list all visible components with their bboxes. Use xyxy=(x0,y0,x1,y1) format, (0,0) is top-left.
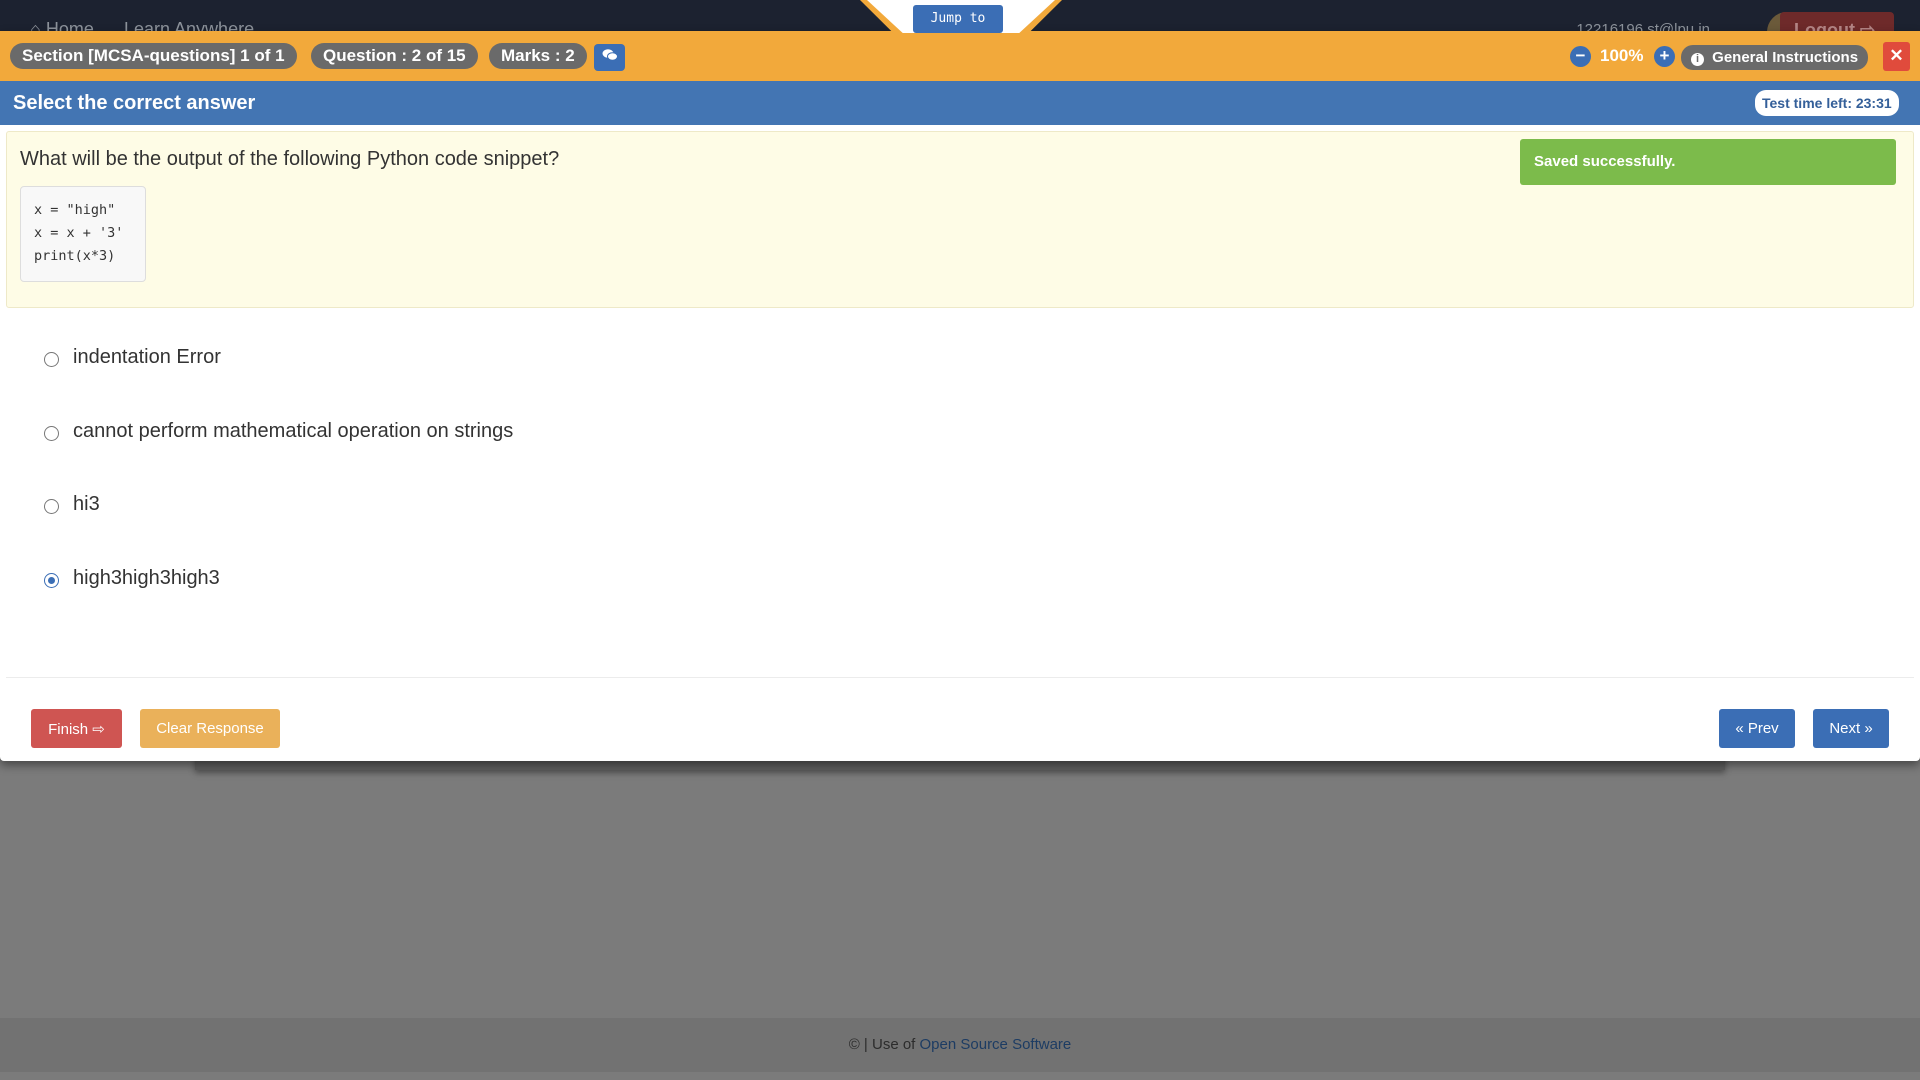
code-line: print(x*3) xyxy=(34,248,116,264)
option-radio[interactable] xyxy=(44,352,59,367)
question-badge: Question : 2 of 15 xyxy=(311,43,478,69)
question-modal: Section [MCSA-questions] 1 of 1 Question… xyxy=(0,31,1920,761)
close-button[interactable]: ✕ xyxy=(1883,42,1910,71)
option-radio-selected[interactable] xyxy=(44,573,59,588)
code-line: x = "high" xyxy=(34,202,116,218)
section-badge: Section [MCSA-questions] 1 of 1 xyxy=(10,43,297,69)
question-text: What will be the output of the following… xyxy=(20,148,560,170)
question-header-bar: Section [MCSA-questions] 1 of 1 Question… xyxy=(0,31,1920,81)
option-label[interactable]: indentation Error xyxy=(73,346,221,369)
option-label[interactable]: hi3 xyxy=(73,493,100,516)
info-circle-icon: i xyxy=(1691,53,1704,66)
saved-notification: Saved successfully. xyxy=(1520,139,1896,185)
option-radio[interactable] xyxy=(44,499,59,514)
logout-button[interactable]: Logout ⇨ xyxy=(1780,12,1894,31)
sign-out-icon: ⇨ xyxy=(92,721,105,738)
zoom-level: 100% xyxy=(1600,46,1644,65)
divider xyxy=(6,677,1914,678)
zoom-in-button[interactable]: + xyxy=(1654,46,1675,67)
zoom-out-button[interactable]: − xyxy=(1570,46,1591,67)
prev-button[interactable]: « Prev xyxy=(1719,709,1795,748)
nav-learn-anywhere-link[interactable]: Learn Anywhere xyxy=(124,19,254,31)
marks-badge: Marks : 2 xyxy=(489,43,587,69)
open-source-link[interactable]: Open Source Software xyxy=(920,1036,1072,1053)
finish-button[interactable]: Finish ⇨ xyxy=(31,709,122,748)
option-label[interactable]: high3high3high3 xyxy=(73,567,220,590)
next-button[interactable]: Next » xyxy=(1813,709,1889,748)
code-snippet: x = "high" x = x + '3' print(x*3) xyxy=(20,186,146,282)
nav-home-link[interactable]: ⌂ Home xyxy=(30,19,94,31)
instruction-bar: Select the correct answer Test time left… xyxy=(0,81,1920,125)
sign-out-icon: ⇨ xyxy=(1860,20,1876,31)
question-panel: What will be the output of the following… xyxy=(6,131,1914,308)
user-id: 12216196.st@lpu.in xyxy=(1576,21,1710,31)
footer-text: © | Use of xyxy=(848,1036,916,1053)
chat-button[interactable] xyxy=(594,44,625,71)
general-instructions-button[interactable]: i General Instructions xyxy=(1681,45,1869,70)
home-icon: ⌂ xyxy=(30,19,41,31)
page-title: Select the correct answer xyxy=(13,92,256,114)
code-line: x = x + '3' xyxy=(34,225,124,241)
option-label[interactable]: cannot perform mathematical operation on… xyxy=(73,420,513,443)
test-timer: Test time left: 23:31 xyxy=(1755,90,1899,116)
chat-bubbles-icon xyxy=(602,49,618,65)
jump-to-button[interactable]: Jump to xyxy=(913,5,1003,33)
option-radio[interactable] xyxy=(44,426,59,441)
footer: © | Use of Open Source Software xyxy=(0,1018,1920,1072)
clear-response-button[interactable]: Clear Response xyxy=(140,709,280,748)
